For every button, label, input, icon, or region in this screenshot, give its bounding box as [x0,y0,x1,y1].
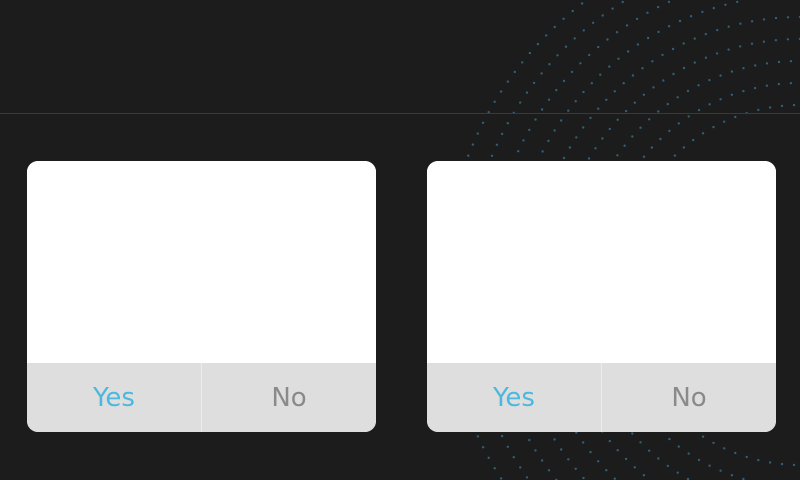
dialog-content-area [27,161,376,363]
dialog-content-area [427,161,776,363]
dialog-button-bar: Yes No [427,363,776,432]
no-button[interactable]: No [201,363,376,432]
dialog-button-bar: Yes No [27,363,376,432]
yes-button[interactable]: Yes [427,363,601,432]
screen: Yes No Yes No [0,0,800,480]
confirm-dialog-2: Yes No [427,161,776,432]
no-button[interactable]: No [601,363,776,432]
yes-button[interactable]: Yes [27,363,201,432]
header-divider [0,113,800,114]
confirm-dialog-1: Yes No [27,161,376,432]
